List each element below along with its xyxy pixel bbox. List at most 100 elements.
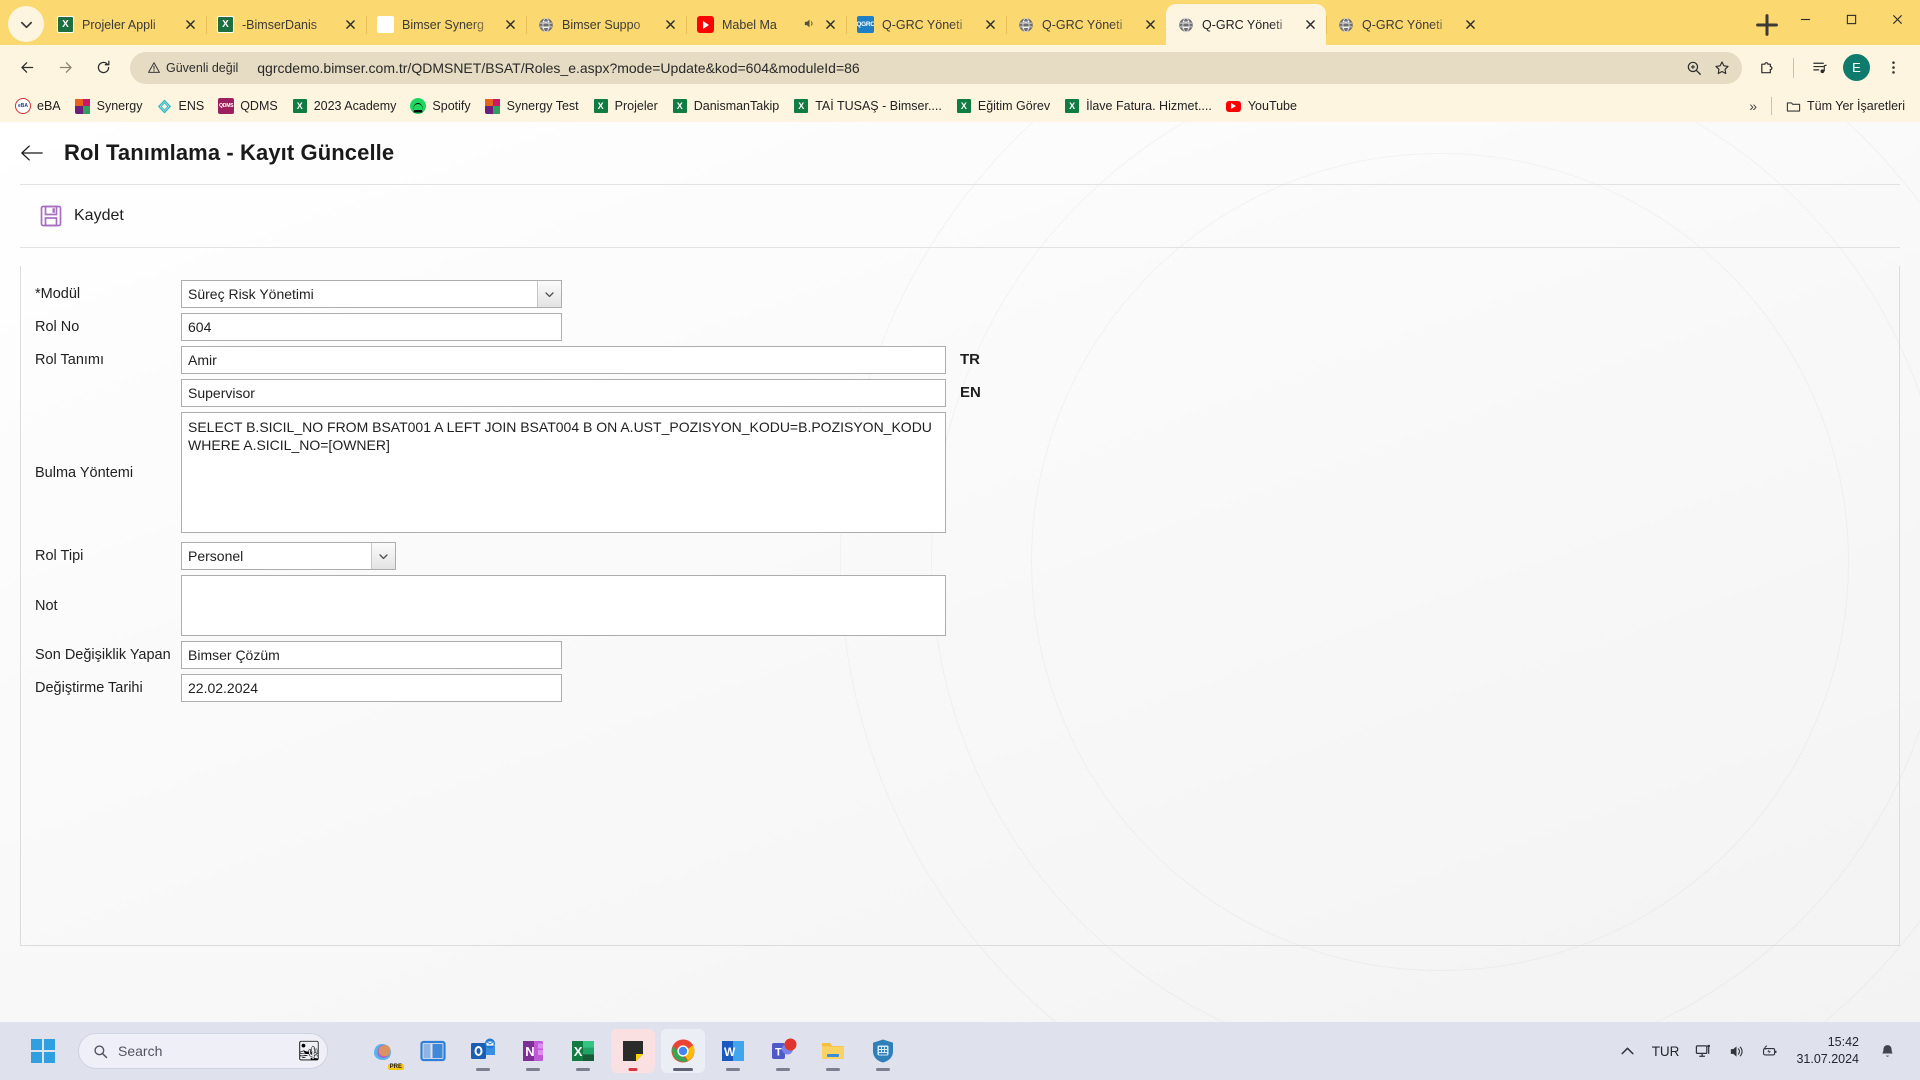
profile-avatar[interactable]: E — [1843, 54, 1870, 81]
bookmark-item[interactable]: Spotify — [403, 95, 477, 117]
svg-text:W: W — [724, 1045, 736, 1059]
browser-tab[interactable]: Q-GRC Yöneti — [1166, 4, 1326, 45]
chrome-menu-button[interactable] — [1877, 52, 1909, 84]
taskbar-apps: PRE N X W T — [358, 1029, 908, 1073]
bookmark-item[interactable]: X DanismanTakip — [665, 95, 786, 117]
taskbar-microsoft-teams[interactable]: T — [761, 1029, 805, 1073]
minimize-button[interactable] — [1782, 0, 1828, 38]
rol-tanimi-en-input[interactable] — [181, 379, 946, 407]
son-degisiklik-yapan-input[interactable] — [181, 641, 562, 669]
taskbar-copilot[interactable]: PRE — [361, 1029, 405, 1073]
tray-battery-button[interactable] — [1753, 1037, 1786, 1066]
bookmarks-overflow-button[interactable]: » — [1741, 94, 1765, 118]
tab-close-button[interactable] — [1140, 15, 1160, 35]
reload-button[interactable] — [87, 52, 119, 84]
taskbar-excel[interactable]: X — [561, 1029, 605, 1073]
browser-tab[interactable]: Mabel Ma — [686, 4, 846, 45]
site-security-chip[interactable]: Güvenli değil — [142, 58, 247, 78]
all-bookmarks-button[interactable]: Tüm Yer İşaretleri — [1778, 95, 1912, 117]
media-control-button[interactable] — [1804, 52, 1836, 84]
tray-time: 15:42 — [1827, 1035, 1859, 1050]
maximize-button[interactable] — [1828, 0, 1874, 38]
browser-tab[interactable]: Q-GRC Yöneti — [1006, 4, 1166, 45]
url-text[interactable]: qgrcdemo.bimser.com.tr/QDMSNET/BSAT/Role… — [257, 60, 1680, 76]
save-button[interactable]: Kaydet — [34, 201, 130, 231]
taskbar-bimser-app[interactable] — [861, 1029, 905, 1073]
bookmark-item[interactable]: X Eğitim Görev — [949, 95, 1057, 117]
tray-network-button[interactable] — [1687, 1037, 1720, 1066]
rol-no-input[interactable] — [181, 313, 562, 341]
browser-tab[interactable]: Projeler Appli — [46, 4, 206, 45]
tray-notifications-button[interactable] — [1869, 1037, 1906, 1066]
tab-close-button[interactable] — [500, 15, 520, 35]
save-label: Kaydet — [74, 207, 124, 224]
tab-close-button[interactable] — [180, 15, 200, 35]
excel-icon: X — [593, 98, 609, 114]
globe-icon — [1337, 16, 1354, 33]
rol-tipi-select[interactable]: Personel — [181, 542, 396, 570]
tray-clock[interactable]: 15:42 31.07.2024 — [1786, 1030, 1869, 1072]
bookmark-item[interactable]: X 2023 Academy — [285, 95, 404, 117]
tab-close-button[interactable] — [1460, 15, 1480, 35]
tab-close-button[interactable] — [340, 15, 360, 35]
start-button[interactable] — [22, 1030, 64, 1072]
tab-close-button[interactable] — [980, 15, 1000, 35]
taskbar-task-view[interactable] — [411, 1029, 455, 1073]
modul-select[interactable]: Süreç Risk Yönetimi — [181, 280, 562, 308]
close-window-button[interactable] — [1874, 0, 1920, 38]
zoom-indicator-button[interactable] — [1680, 54, 1708, 82]
tab-close-button[interactable] — [1300, 15, 1320, 35]
browser-tab[interactable]: Bimser Synerg — [366, 4, 526, 45]
bookmark-item[interactable]: QDMS QDMS — [211, 95, 285, 117]
browser-tab[interactable]: Bimser Suppo — [526, 4, 686, 45]
rol-tanimi-tr-input[interactable] — [181, 346, 946, 374]
excel-icon: X — [1064, 98, 1080, 114]
browser-tab[interactable]: QGRC Q-GRC Yöneti — [846, 4, 1006, 45]
taskbar-google-chrome[interactable] — [661, 1029, 705, 1073]
not-textarea[interactable] — [181, 575, 946, 636]
bookmark-page-button[interactable] — [1708, 54, 1736, 82]
degistirme-tarihi-input[interactable] — [181, 674, 562, 702]
taskbar-search[interactable]: Search 🏜 — [78, 1033, 328, 1069]
bookmark-item[interactable]: X İlave Fatura. Hizmet.... — [1057, 95, 1219, 117]
tab-audio-icon[interactable] — [803, 17, 816, 33]
extensions-button[interactable] — [1751, 52, 1783, 84]
bookmark-item[interactable]: ENS — [150, 95, 212, 117]
field-row-rol-tanimi-en: EN — [35, 379, 1899, 407]
bookmark-item[interactable]: X Projeler — [586, 95, 665, 117]
tray-language[interactable]: TUR — [1644, 1038, 1688, 1065]
new-tab-button[interactable] — [1752, 10, 1782, 40]
taskbar-onenote[interactable]: N — [511, 1029, 555, 1073]
tray-volume-button[interactable] — [1720, 1037, 1753, 1066]
browser-tab[interactable]: -BimserDanis — [206, 4, 366, 45]
back-button[interactable] — [11, 52, 43, 84]
page-back-button[interactable] — [20, 143, 44, 163]
tab-search-button[interactable] — [8, 6, 44, 42]
forward-button[interactable] — [49, 52, 81, 84]
bookmark-item[interactable]: eBA eBA — [8, 95, 68, 117]
taskbar-sticky-notes[interactable] — [611, 1029, 655, 1073]
tab-close-button[interactable] — [660, 15, 680, 35]
browser-tab[interactable]: Q-GRC Yöneti — [1326, 4, 1486, 45]
tab-close-button[interactable] — [820, 15, 840, 35]
address-bar[interactable]: Güvenli değil qgrcdemo.bimser.com.tr/QDM… — [130, 51, 1742, 84]
action-divider — [20, 247, 1900, 248]
taskbar-word[interactable]: W — [711, 1029, 755, 1073]
reload-icon — [97, 60, 109, 74]
bookmarks-divider — [1771, 97, 1773, 115]
taskbar-outlook[interactable] — [461, 1029, 505, 1073]
bookmark-item[interactable]: YouTube — [1219, 95, 1304, 117]
tab-title: Bimser Synerg — [402, 17, 484, 32]
running-indicator — [776, 1067, 790, 1071]
close-icon — [1145, 20, 1155, 29]
bookmark-item[interactable]: Synergy Test — [478, 95, 586, 117]
volume-icon — [1731, 1045, 1743, 1057]
bookmark-item[interactable]: X TAİ TUSAŞ - Bimser.... — [786, 95, 949, 117]
taskbar-file-explorer[interactable] — [811, 1029, 855, 1073]
show-hidden-icons-button[interactable] — [1611, 1037, 1644, 1066]
bookmark-item[interactable]: Synergy — [68, 95, 150, 117]
excel-icon — [217, 16, 234, 33]
running-indicator — [826, 1067, 840, 1071]
bulma-yontemi-textarea[interactable]: SELECT B.SICIL_NO FROM BSAT001 A LEFT JO… — [181, 412, 946, 533]
search-icon — [94, 1044, 108, 1058]
